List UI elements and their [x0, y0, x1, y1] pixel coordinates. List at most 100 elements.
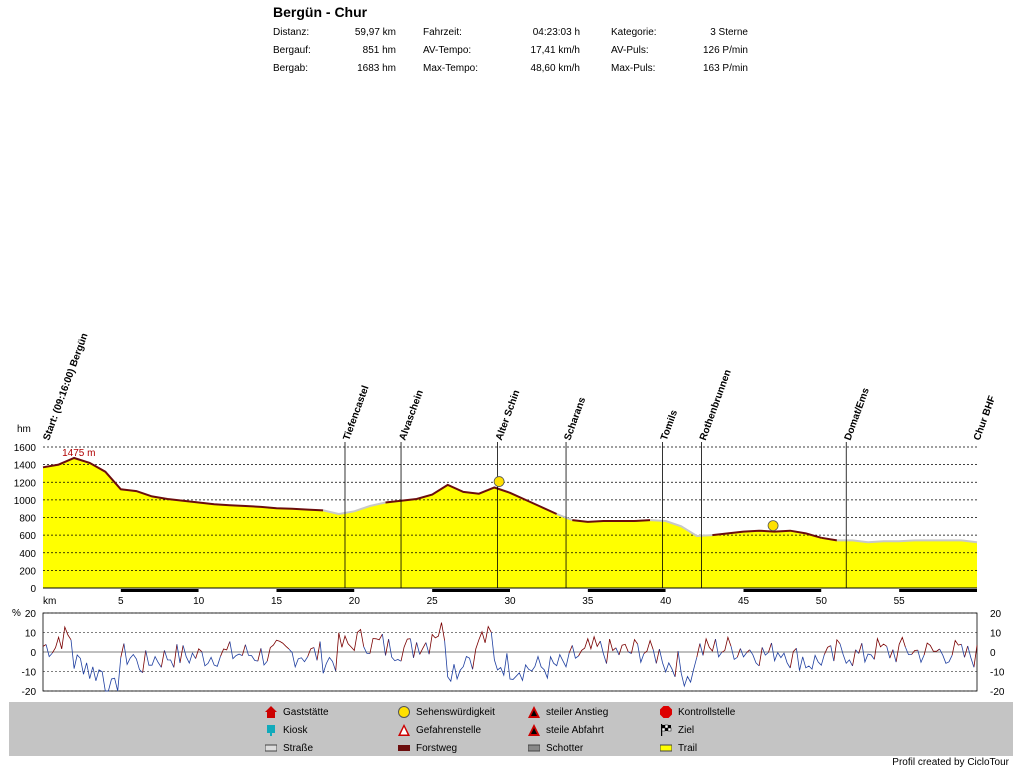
x-tick-label: 35	[582, 596, 594, 607]
gradient-tick-label-left: 20	[25, 609, 37, 620]
gravel-icon	[527, 742, 541, 754]
x-axis-band	[665, 589, 744, 592]
gradient-tick-label-left: -20	[22, 687, 37, 698]
elevation-tick-label: 600	[19, 531, 36, 542]
legend-label: steile Abfahrt	[546, 724, 604, 736]
x-axis-band	[899, 589, 977, 592]
elevation-tick-label: 1400	[14, 461, 37, 472]
x-axis-band	[510, 589, 588, 592]
waypoint-label: Scharans	[563, 396, 589, 442]
legend-label: Kiosk	[283, 724, 308, 736]
x-axis-band	[743, 589, 822, 592]
elevation-tick-label: 1000	[14, 496, 37, 507]
legend-label: Sehenswürdigkeit	[416, 706, 495, 718]
peak-elevation-label: 1475 m	[62, 448, 95, 459]
legend-item: Forstweg	[398, 742, 457, 754]
finish-flag-icon	[660, 724, 672, 736]
x-axis-band	[821, 589, 900, 592]
road-icon	[264, 742, 278, 754]
x-tick-label: 5	[118, 596, 124, 607]
legend-label: Ziel	[678, 724, 695, 736]
kiosk-icon	[265, 724, 277, 736]
legend-label: steiler Anstieg	[546, 706, 609, 718]
gradient-tick-label-right: -20	[990, 687, 1005, 698]
steep-down-icon	[528, 724, 540, 736]
gradient-tick-label-left: -10	[22, 668, 37, 679]
legend-label: Forstweg	[416, 742, 458, 754]
x-tick-label: 10	[193, 596, 205, 607]
elevation-tick-label: 800	[19, 514, 36, 525]
waypoint-label: Start: (09:16:00) Bergün	[41, 332, 90, 442]
steep-up-icon	[528, 706, 540, 718]
gradient-tick-label-right: 0	[990, 648, 996, 659]
x-axis-band	[354, 589, 433, 592]
gradient-downhill-trace	[46, 632, 977, 691]
legend-panel	[9, 702, 1013, 756]
legend-item: Ziel	[660, 724, 694, 736]
waypoint-label: Tiefencastel	[341, 384, 371, 442]
legend-label: Gaststätte	[283, 706, 329, 718]
elevation-tick-label: 400	[19, 549, 36, 560]
legend-label: Gefahrenstelle	[416, 724, 482, 736]
elevation-tick-label: 1600	[14, 443, 37, 454]
x-tick-label: 20	[349, 596, 361, 607]
gradient-tick-label-right: 20	[990, 609, 1002, 620]
waypoint-label: Alvaschein	[398, 389, 426, 442]
stop-icon	[660, 706, 672, 718]
x-axis-band	[276, 589, 355, 592]
legend-label: Kontrollstelle	[678, 706, 736, 718]
gradient-tick-label-left: 0	[30, 648, 36, 659]
waypoint-label: Rothenbrunnen	[698, 368, 734, 442]
credit-text: Profil created by CicloTour	[892, 757, 1009, 768]
legend-label: Trail	[678, 742, 698, 754]
gradient-tick-label-left: 10	[25, 629, 37, 640]
legend-item: Straße	[264, 742, 314, 754]
elevation-area	[43, 458, 977, 588]
x-axis-band	[120, 589, 199, 592]
x-tick-label: 15	[271, 596, 283, 607]
forest-road-icon	[398, 742, 410, 754]
gradient-unit-label: %	[12, 608, 21, 619]
x-axis-band	[43, 589, 121, 592]
gradient-tick-label-right: 10	[990, 629, 1002, 640]
surface-segment	[572, 519, 651, 523]
legend-item: Kontrollstelle	[660, 706, 735, 718]
waypoint-label: Chur BHF	[972, 394, 998, 442]
waypoint-label: Domat/Ems	[843, 386, 872, 442]
legend-label: Schotter	[546, 742, 584, 754]
sight-icon	[767, 520, 779, 531]
elevation-tick-label: 0	[30, 584, 36, 595]
x-axis-label: km	[43, 596, 56, 607]
gradient-tick-label-right: -10	[990, 668, 1005, 679]
gradient-uphill-trace	[42, 622, 978, 677]
x-tick-label: 30	[504, 596, 516, 607]
x-tick-label: 25	[427, 596, 439, 607]
restaurant-icon	[265, 706, 277, 718]
x-tick-label: 50	[816, 596, 828, 607]
elevation-tick-label: 200	[19, 566, 36, 577]
x-tick-label: 45	[738, 596, 750, 607]
danger-icon	[398, 724, 410, 736]
legend-item: Trail	[659, 742, 698, 754]
x-axis-band	[432, 589, 510, 592]
x-tick-label: 40	[660, 596, 672, 607]
x-axis-band	[587, 589, 666, 592]
legend-item: Gaststätte	[265, 706, 329, 718]
y-axis-label: hm	[17, 424, 31, 435]
legend-label: Straße	[283, 742, 314, 754]
waypoint-label: Alter Schin	[494, 389, 522, 442]
legend-item: Gefahrenstelle	[398, 724, 481, 736]
x-tick-label: 55	[894, 596, 906, 607]
legend-item: steiler Anstieg	[528, 706, 608, 718]
legend-item: Schotter	[527, 742, 584, 754]
sight-icon	[493, 476, 505, 487]
profile-chart: hmkm020040060080010001200140016005 10 15 20…	[12, 332, 1005, 698]
trail-icon	[659, 742, 673, 754]
sight-icon	[398, 706, 410, 718]
waypoint-label: Tomils	[659, 408, 680, 442]
legend-item: Kiosk	[265, 724, 307, 736]
legend-item: steile Abfahrt	[528, 724, 604, 736]
elevation-tick-label: 1200	[14, 478, 37, 489]
legend-item: Sehenswürdigkeit	[398, 706, 495, 718]
x-axis-band	[198, 589, 277, 592]
